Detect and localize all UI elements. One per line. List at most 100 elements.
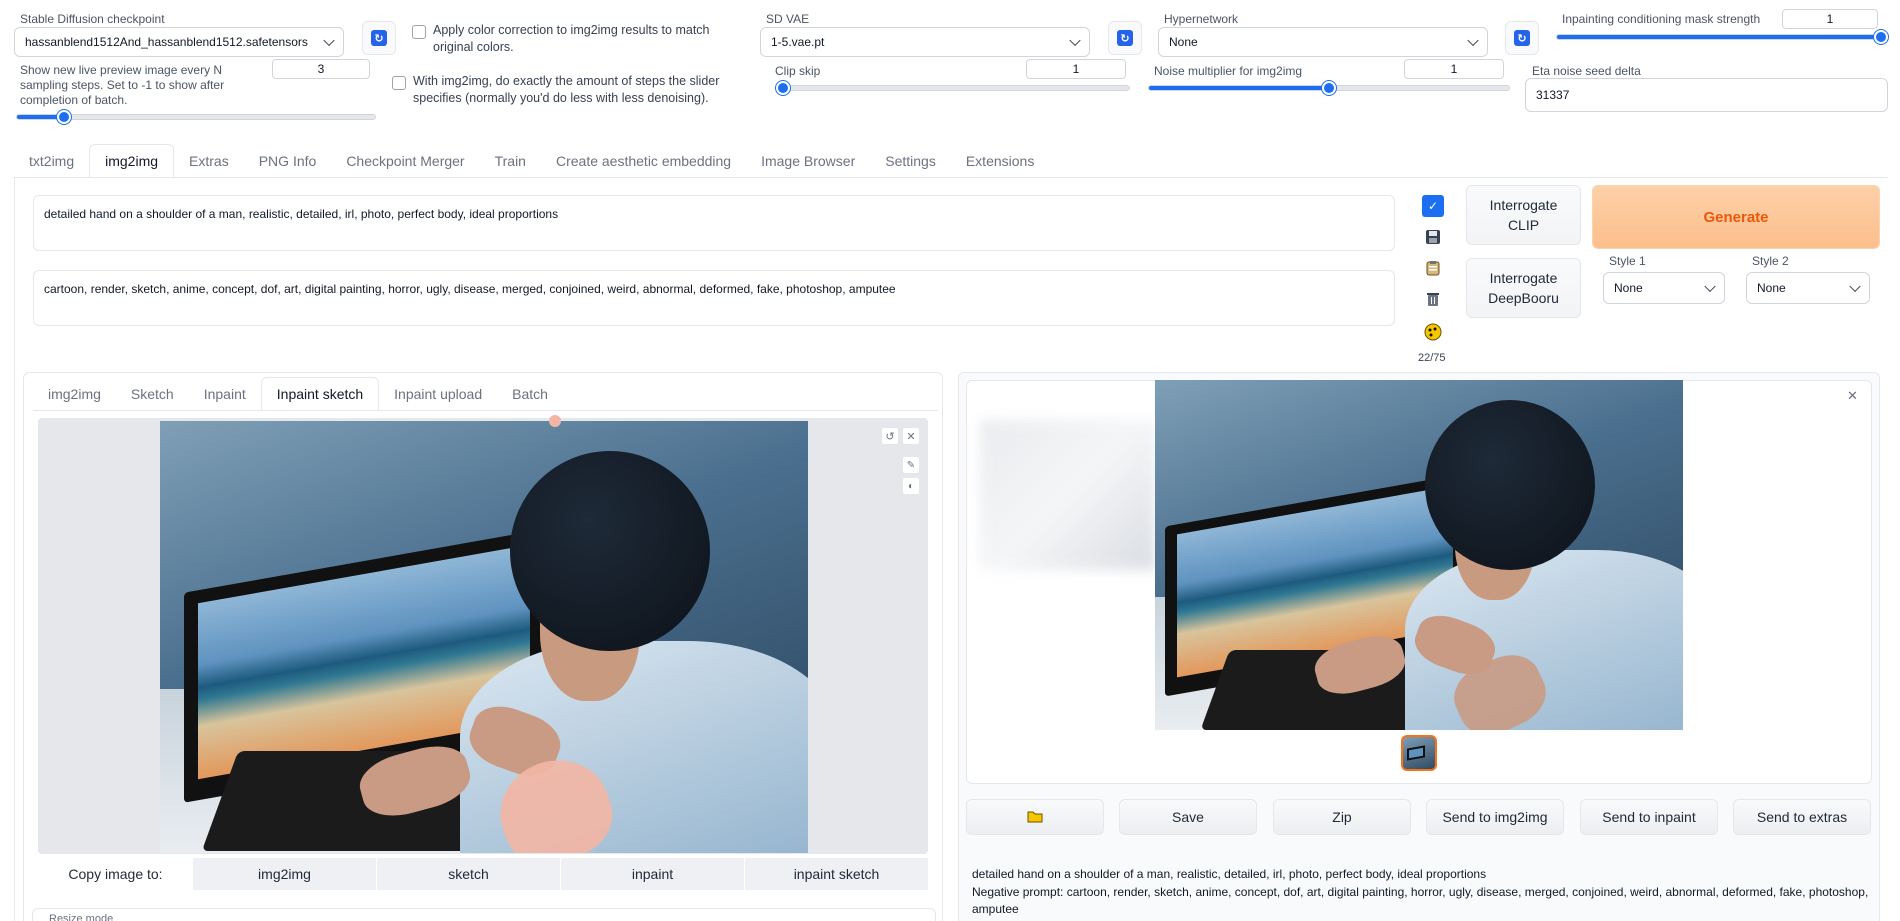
- subtab-inpaint-upload[interactable]: Inpaint upload: [379, 377, 497, 411]
- output-image[interactable]: [1155, 380, 1683, 730]
- copy-to-sketch-button[interactable]: sketch: [377, 858, 561, 890]
- interrogate-clip-button[interactable]: Interrogate CLIP: [1466, 185, 1581, 245]
- live-preview-number[interactable]: 3: [272, 59, 370, 79]
- zip-button[interactable]: Zip: [1273, 799, 1411, 835]
- style1-select[interactable]: None: [1603, 272, 1725, 304]
- hypernetwork-select[interactable]: None: [1158, 27, 1488, 57]
- interrogate-deepbooru-label: Interrogate DeepBooru: [1488, 270, 1559, 306]
- folder-icon: [1027, 809, 1043, 826]
- subtab-inpaint-sketch[interactable]: Inpaint sketch: [260, 377, 380, 411]
- subtabs-divider: [33, 410, 938, 411]
- clip-skip-slider[interactable]: [775, 81, 1130, 95]
- color-correction-label: Apply color correction to img2img result…: [433, 23, 710, 54]
- refresh-icon: ↻: [371, 30, 387, 46]
- tab-png-info[interactable]: PNG Info: [244, 144, 332, 178]
- send-to-inpaint-button[interactable]: Send to inpaint: [1580, 799, 1718, 835]
- main-tabs: txt2img img2img Extras PNG Info Checkpoint M…: [14, 144, 1049, 178]
- mask-strength-fill: [1557, 35, 1881, 39]
- hypernetwork-label: Hypernetwork: [1164, 12, 1239, 26]
- scene-head: [510, 451, 710, 651]
- sub-tabs: img2img Sketch Inpaint Inpaint sketch Inpain…: [33, 377, 563, 411]
- style1-value: None: [1614, 281, 1643, 295]
- brush-color-dot[interactable]: [549, 415, 561, 427]
- check-icon[interactable]: ✓: [1422, 195, 1444, 217]
- copy-to-inpaint-button[interactable]: inpaint: [561, 858, 745, 890]
- style1-label: Style 1: [1609, 254, 1646, 268]
- chevron-down-icon: [1069, 34, 1081, 47]
- style2-select[interactable]: None: [1746, 272, 1870, 304]
- copy-to-inpaint-sketch-button[interactable]: inpaint sketch: [745, 858, 929, 890]
- subtab-batch[interactable]: Batch: [497, 377, 563, 411]
- chevron-down-icon: [1849, 280, 1861, 293]
- subtab-inpaint[interactable]: Inpaint: [189, 377, 261, 411]
- tab-create-aesthetic-embedding[interactable]: Create aesthetic embedding: [541, 144, 746, 178]
- hypernetwork-value: None: [1169, 35, 1198, 49]
- inpaint-sketch-image[interactable]: [160, 421, 808, 853]
- noise-mult-fill: [1149, 86, 1329, 90]
- exact-steps-checkbox[interactable]: [392, 76, 406, 90]
- trash-icon[interactable]: [1422, 288, 1444, 310]
- copy-image-label: Copy image to:: [68, 866, 163, 882]
- gallery-close-icon[interactable]: ✕: [1847, 388, 1858, 404]
- tab-extensions[interactable]: Extensions: [951, 144, 1049, 178]
- color-correction-checkbox[interactable]: [412, 25, 426, 39]
- sd-vae-label: SD VAE: [766, 12, 810, 26]
- sd-vae-select[interactable]: 1-5.vae.pt: [760, 27, 1090, 57]
- refresh-icon: ↻: [1117, 30, 1133, 46]
- style2-label: Style 2: [1752, 254, 1789, 268]
- mask-strength-label: Inpainting conditioning mask strength: [1562, 12, 1761, 26]
- chevron-down-icon: [1467, 34, 1479, 47]
- mask-strength-slider[interactable]: [1556, 30, 1888, 44]
- send-to-extras-button[interactable]: Send to extras: [1733, 799, 1871, 835]
- mask-strength-number[interactable]: 1: [1782, 9, 1878, 29]
- clip-skip-thumb[interactable]: [776, 81, 790, 95]
- clip-skip-number[interactable]: 1: [1026, 59, 1126, 79]
- noise-mult-thumb[interactable]: [1322, 81, 1336, 95]
- tab-checkpoint-merger[interactable]: Checkpoint Merger: [331, 144, 479, 178]
- exact-steps-label: With img2img, do exactly the amount of s…: [413, 74, 720, 105]
- tab-settings[interactable]: Settings: [870, 144, 951, 178]
- eta-label: Eta noise seed delta: [1532, 64, 1641, 78]
- interrogate-deepbooru-button[interactable]: Interrogate DeepBooru: [1466, 258, 1581, 318]
- hypernetwork-refresh-button[interactable]: ↻: [1505, 21, 1539, 55]
- negative-prompt-textarea[interactable]: cartoon, render, sketch, anime, concept,…: [33, 270, 1395, 326]
- save-style-icon[interactable]: [1422, 226, 1444, 248]
- subtab-sketch[interactable]: Sketch: [116, 377, 189, 411]
- tab-extras[interactable]: Extras: [174, 144, 244, 178]
- thumbnail-monitor: [1407, 745, 1425, 761]
- noise-mult-number[interactable]: 1: [1404, 59, 1504, 79]
- copy-to-img2img-button[interactable]: img2img: [193, 858, 377, 890]
- resize-mode-block: Resize mode: [32, 908, 936, 921]
- live-preview-slider[interactable]: [16, 110, 376, 124]
- send-to-img2img-button[interactable]: Send to img2img: [1426, 799, 1564, 835]
- scene-head: [1425, 400, 1595, 570]
- generate-button[interactable]: Generate: [1592, 185, 1880, 249]
- prompt-textarea[interactable]: detailed hand on a shoulder of a man, re…: [33, 195, 1395, 251]
- checkpoint-select[interactable]: hassanblend1512And_hassanblend1512.safet…: [14, 27, 344, 57]
- save-button[interactable]: Save: [1119, 799, 1257, 835]
- open-folder-button[interactable]: [966, 799, 1104, 835]
- tab-img2img[interactable]: img2img: [89, 144, 175, 178]
- brush-icon[interactable]: ✎: [903, 457, 919, 473]
- live-preview-thumb[interactable]: [56, 110, 71, 124]
- checkpoint-label: Stable Diffusion checkpoint: [20, 12, 165, 26]
- tab-txt2img[interactable]: txt2img: [14, 144, 89, 178]
- tab-image-browser[interactable]: Image Browser: [746, 144, 870, 178]
- tab-train[interactable]: Train: [480, 144, 541, 178]
- clipboard-icon[interactable]: [1422, 257, 1444, 279]
- undo-icon[interactable]: ↺: [882, 428, 898, 444]
- style2-value: None: [1757, 281, 1786, 295]
- color-picker-icon[interactable]: ◐: [903, 478, 919, 494]
- vae-refresh-button[interactable]: ↻: [1108, 21, 1142, 55]
- close-icon[interactable]: ✕: [903, 428, 919, 444]
- interrogate-clip-label: Interrogate CLIP: [1489, 197, 1558, 233]
- gallery-thumbnail[interactable]: [1401, 735, 1437, 771]
- chevron-down-icon: [1704, 280, 1716, 293]
- noise-mult-slider[interactable]: [1148, 81, 1510, 95]
- checkpoint-refresh-button[interactable]: ↻: [362, 21, 396, 55]
- mask-strength-thumb[interactable]: [1874, 30, 1888, 44]
- palette-icon[interactable]: [1422, 321, 1444, 343]
- subtab-img2img[interactable]: img2img: [33, 377, 116, 411]
- output-prompt-text: detailed hand on a shoulder of a man, re…: [972, 867, 1487, 881]
- eta-input[interactable]: 31337: [1525, 78, 1888, 112]
